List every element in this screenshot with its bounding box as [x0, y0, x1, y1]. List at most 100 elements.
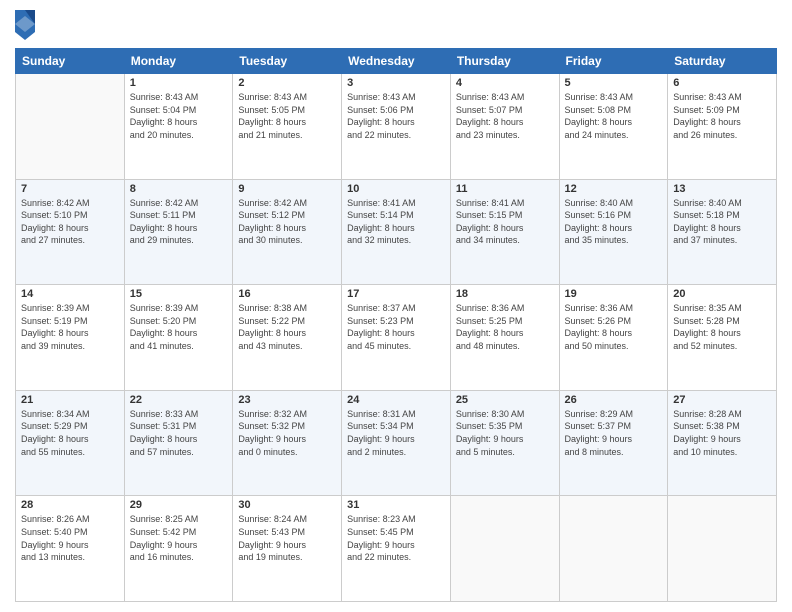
weekday-header-monday: Monday — [124, 49, 233, 74]
day-info: Sunrise: 8:43 AMSunset: 5:08 PMDaylight:… — [565, 91, 663, 141]
calendar-week-5: 28 Sunrise: 8:26 AMSunset: 5:40 PMDayligh… — [16, 496, 777, 602]
day-number: 11 — [456, 183, 554, 195]
calendar-cell — [450, 496, 559, 602]
calendar-cell: 15 Sunrise: 8:39 AMSunset: 5:20 PMDayligh… — [124, 285, 233, 391]
calendar-cell: 10 Sunrise: 8:41 AMSunset: 5:14 PMDayligh… — [342, 179, 451, 285]
calendar-cell: 5 Sunrise: 8:43 AMSunset: 5:08 PMDaylight… — [559, 74, 668, 180]
calendar-page: SundayMondayTuesdayWednesdayThursdayFrid… — [0, 0, 792, 612]
day-info: Sunrise: 8:43 AMSunset: 5:09 PMDaylight:… — [673, 91, 771, 141]
day-number: 16 — [238, 288, 336, 300]
day-info: Sunrise: 8:39 AMSunset: 5:20 PMDaylight:… — [130, 302, 228, 352]
calendar-cell: 11 Sunrise: 8:41 AMSunset: 5:15 PMDayligh… — [450, 179, 559, 285]
weekday-header-sunday: Sunday — [16, 49, 125, 74]
day-info: Sunrise: 8:26 AMSunset: 5:40 PMDaylight:… — [21, 513, 119, 563]
day-number: 15 — [130, 288, 228, 300]
calendar-cell: 7 Sunrise: 8:42 AMSunset: 5:10 PMDaylight… — [16, 179, 125, 285]
day-number: 4 — [456, 77, 554, 89]
day-info: Sunrise: 8:35 AMSunset: 5:28 PMDaylight:… — [673, 302, 771, 352]
calendar-cell: 13 Sunrise: 8:40 AMSunset: 5:18 PMDayligh… — [668, 179, 777, 285]
day-info: Sunrise: 8:43 AMSunset: 5:07 PMDaylight:… — [456, 91, 554, 141]
calendar-cell — [559, 496, 668, 602]
day-number: 25 — [456, 394, 554, 406]
day-number: 1 — [130, 77, 228, 89]
day-number: 17 — [347, 288, 445, 300]
day-number: 6 — [673, 77, 771, 89]
calendar-cell: 6 Sunrise: 8:43 AMSunset: 5:09 PMDaylight… — [668, 74, 777, 180]
calendar-week-2: 7 Sunrise: 8:42 AMSunset: 5:10 PMDaylight… — [16, 179, 777, 285]
day-info: Sunrise: 8:42 AMSunset: 5:10 PMDaylight:… — [21, 197, 119, 247]
day-info: Sunrise: 8:40 AMSunset: 5:16 PMDaylight:… — [565, 197, 663, 247]
logo-icon — [15, 10, 35, 40]
day-number: 21 — [21, 394, 119, 406]
day-info: Sunrise: 8:40 AMSunset: 5:18 PMDaylight:… — [673, 197, 771, 247]
day-number: 28 — [21, 499, 119, 511]
calendar-cell: 30Sunrise: 8:24 AMSunset: 5:43 PMDayligh… — [233, 496, 342, 602]
calendar-cell: 27 Sunrise: 8:28 AMSunset: 5:38 PMDayligh… — [668, 390, 777, 496]
calendar-cell: 16 Sunrise: 8:38 AMSunset: 5:22 PMDayligh… — [233, 285, 342, 391]
calendar-cell: 9Sunrise: 8:42 AMSunset: 5:12 PMDaylight… — [233, 179, 342, 285]
day-number: 14 — [21, 288, 119, 300]
calendar-cell: 20Sunrise: 8:35 AMSunset: 5:28 PMDayligh… — [668, 285, 777, 391]
calendar-cell: 4 Sunrise: 8:43 AMSunset: 5:07 PMDaylight… — [450, 74, 559, 180]
day-number: 22 — [130, 394, 228, 406]
day-info: Sunrise: 8:38 AMSunset: 5:22 PMDaylight:… — [238, 302, 336, 352]
day-info: Sunrise: 8:23 AMSunset: 5:45 PMDaylight:… — [347, 513, 445, 563]
calendar-cell: 29 Sunrise: 8:25 AMSunset: 5:42 PMDayligh… — [124, 496, 233, 602]
weekday-header-wednesday: Wednesday — [342, 49, 451, 74]
day-number: 10 — [347, 183, 445, 195]
calendar-cell: 24 Sunrise: 8:31 AMSunset: 5:34 PMDayligh… — [342, 390, 451, 496]
calendar-cell: 14 Sunrise: 8:39 AMSunset: 5:19 PMDayligh… — [16, 285, 125, 391]
day-info: Sunrise: 8:43 AMSunset: 5:05 PMDaylight:… — [238, 91, 336, 141]
day-info: Sunrise: 8:41 AMSunset: 5:15 PMDaylight:… — [456, 197, 554, 247]
weekday-header-thursday: Thursday — [450, 49, 559, 74]
day-info: Sunrise: 8:39 AMSunset: 5:19 PMDaylight:… — [21, 302, 119, 352]
calendar-week-1: 1 Sunrise: 8:43 AMSunset: 5:04 PMDaylight… — [16, 74, 777, 180]
calendar-cell: 21 Sunrise: 8:34 AMSunset: 5:29 PMDayligh… — [16, 390, 125, 496]
calendar-cell: 12 Sunrise: 8:40 AMSunset: 5:16 PMDayligh… — [559, 179, 668, 285]
calendar-cell — [668, 496, 777, 602]
day-number: 12 — [565, 183, 663, 195]
day-info: Sunrise: 8:43 AMSunset: 5:04 PMDaylight:… — [130, 91, 228, 141]
day-info: Sunrise: 8:34 AMSunset: 5:29 PMDaylight:… — [21, 408, 119, 458]
calendar-cell: 25 Sunrise: 8:30 AMSunset: 5:35 PMDayligh… — [450, 390, 559, 496]
calendar-cell — [16, 74, 125, 180]
day-info: Sunrise: 8:37 AMSunset: 5:23 PMDaylight:… — [347, 302, 445, 352]
calendar-cell: 1 Sunrise: 8:43 AMSunset: 5:04 PMDaylight… — [124, 74, 233, 180]
weekday-header-row: SundayMondayTuesdayWednesdayThursdayFrid… — [16, 49, 777, 74]
calendar-cell: 23Sunrise: 8:32 AMSunset: 5:32 PMDayligh… — [233, 390, 342, 496]
weekday-header-tuesday: Tuesday — [233, 49, 342, 74]
calendar-cell: 22Sunrise: 8:33 AMSunset: 5:31 PMDayligh… — [124, 390, 233, 496]
day-info: Sunrise: 8:28 AMSunset: 5:38 PMDaylight:… — [673, 408, 771, 458]
day-number: 27 — [673, 394, 771, 406]
day-info: Sunrise: 8:36 AMSunset: 5:25 PMDaylight:… — [456, 302, 554, 352]
weekday-header-saturday: Saturday — [668, 49, 777, 74]
logo — [15, 10, 39, 40]
calendar-table: SundayMondayTuesdayWednesdayThursdayFrid… — [15, 48, 777, 602]
day-info: Sunrise: 8:36 AMSunset: 5:26 PMDaylight:… — [565, 302, 663, 352]
day-info: Sunrise: 8:31 AMSunset: 5:34 PMDaylight:… — [347, 408, 445, 458]
day-number: 9 — [238, 183, 336, 195]
day-info: Sunrise: 8:30 AMSunset: 5:35 PMDaylight:… — [456, 408, 554, 458]
day-number: 18 — [456, 288, 554, 300]
calendar-cell: 2Sunrise: 8:43 AMSunset: 5:05 PMDaylight… — [233, 74, 342, 180]
day-info: Sunrise: 8:43 AMSunset: 5:06 PMDaylight:… — [347, 91, 445, 141]
weekday-header-friday: Friday — [559, 49, 668, 74]
calendar-cell: 17 Sunrise: 8:37 AMSunset: 5:23 PMDayligh… — [342, 285, 451, 391]
calendar-cell: 3Sunrise: 8:43 AMSunset: 5:06 PMDaylight… — [342, 74, 451, 180]
day-number: 7 — [21, 183, 119, 195]
day-number: 19 — [565, 288, 663, 300]
day-number: 5 — [565, 77, 663, 89]
day-info: Sunrise: 8:25 AMSunset: 5:42 PMDaylight:… — [130, 513, 228, 563]
day-info: Sunrise: 8:42 AMSunset: 5:11 PMDaylight:… — [130, 197, 228, 247]
calendar-week-4: 21 Sunrise: 8:34 AMSunset: 5:29 PMDayligh… — [16, 390, 777, 496]
day-number: 26 — [565, 394, 663, 406]
day-number: 13 — [673, 183, 771, 195]
day-info: Sunrise: 8:41 AMSunset: 5:14 PMDaylight:… — [347, 197, 445, 247]
day-info: Sunrise: 8:24 AMSunset: 5:43 PMDaylight:… — [238, 513, 336, 563]
day-number: 23 — [238, 394, 336, 406]
day-number: 24 — [347, 394, 445, 406]
day-number: 31 — [347, 499, 445, 511]
day-info: Sunrise: 8:29 AMSunset: 5:37 PMDaylight:… — [565, 408, 663, 458]
day-number: 29 — [130, 499, 228, 511]
calendar-cell: 28 Sunrise: 8:26 AMSunset: 5:40 PMDayligh… — [16, 496, 125, 602]
